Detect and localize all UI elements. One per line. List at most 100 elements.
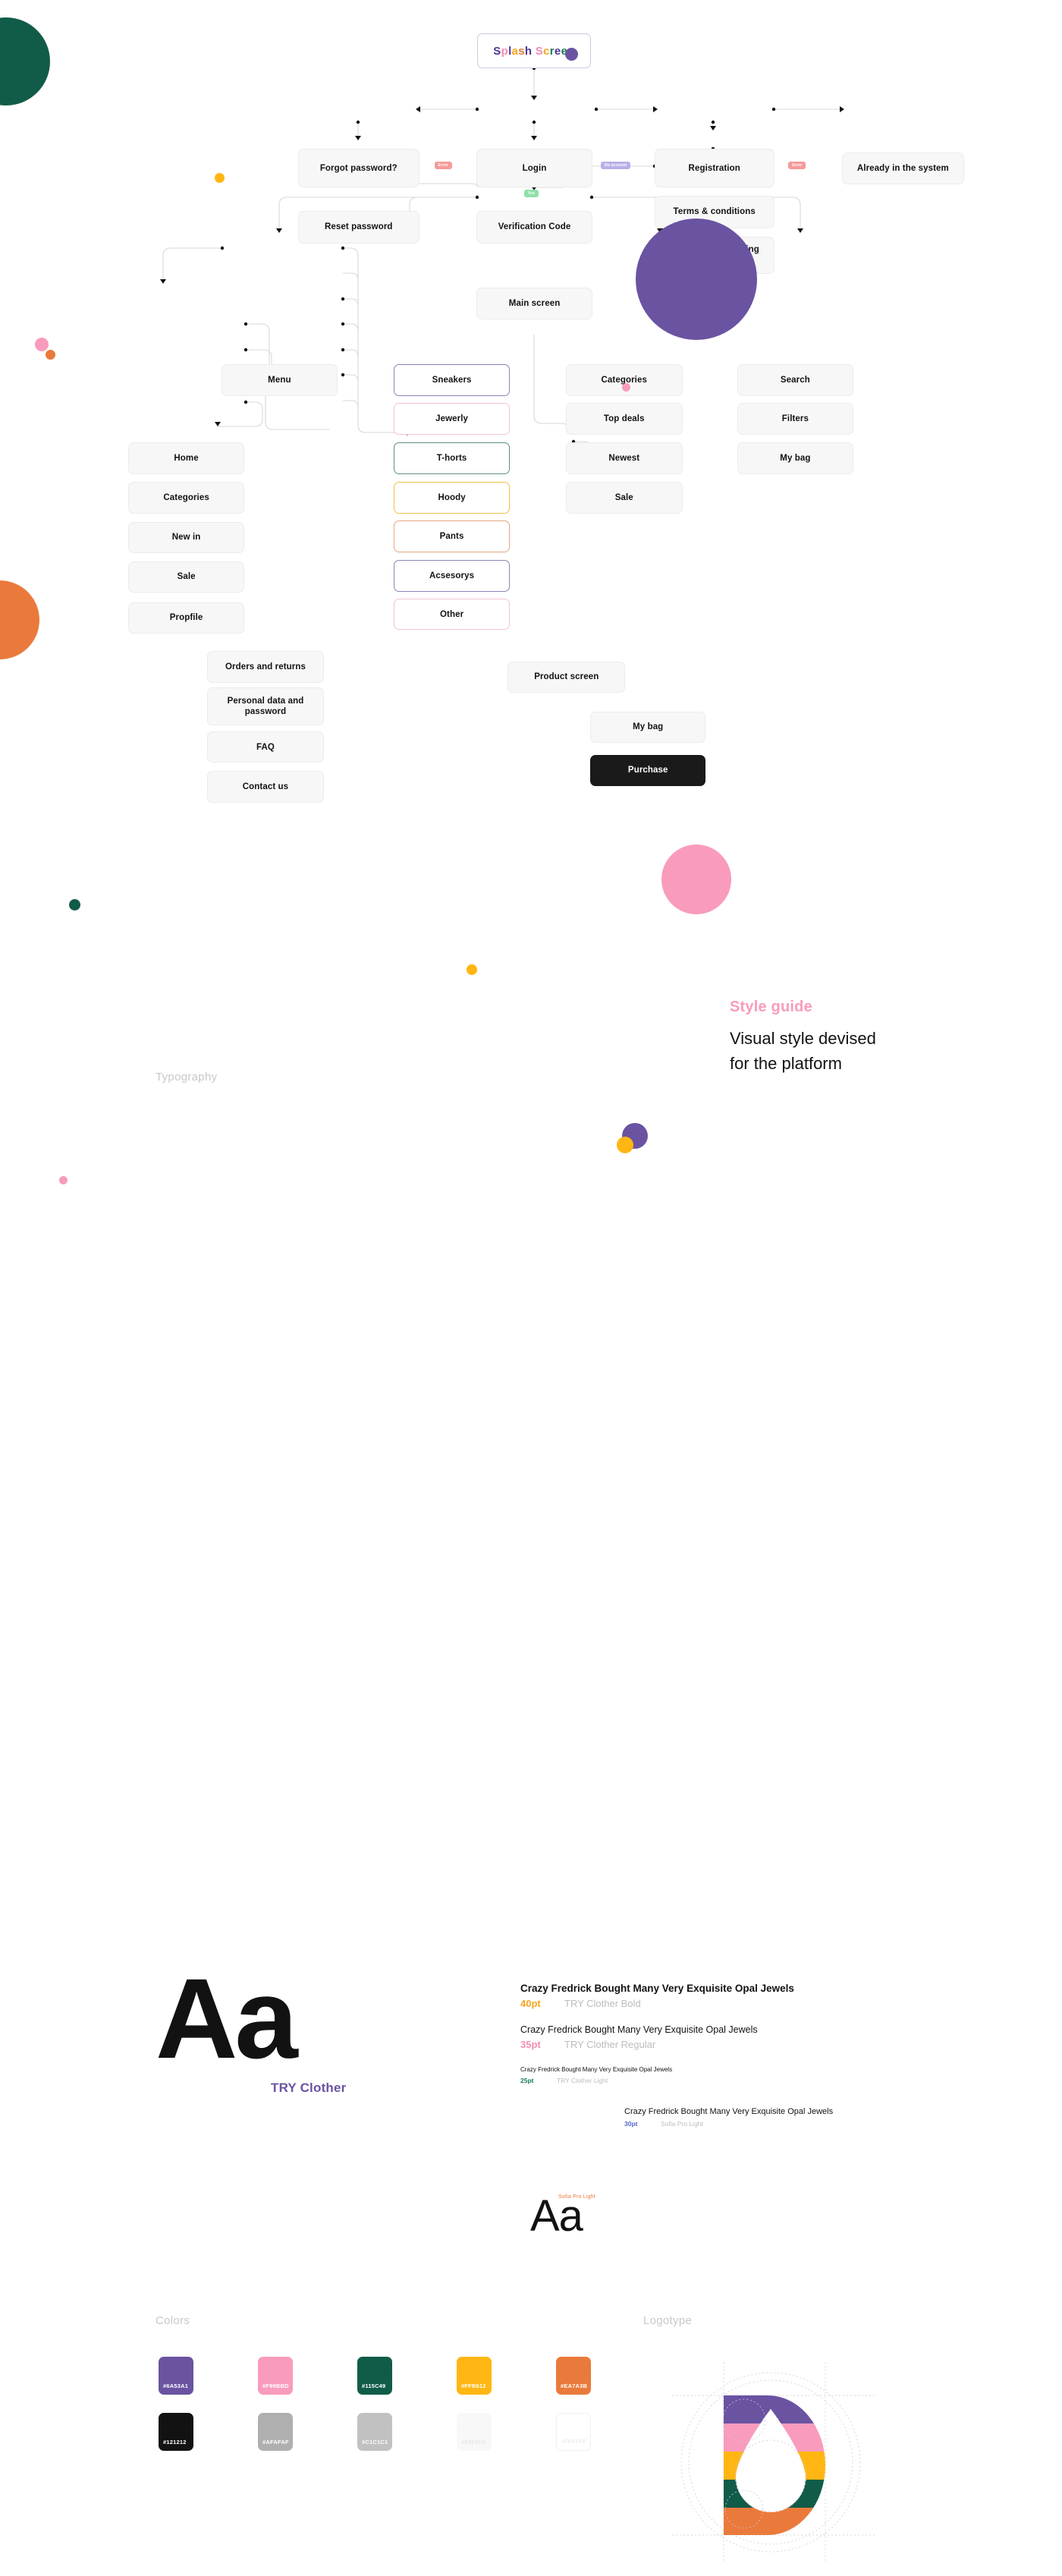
logo-stripe-1	[724, 2423, 825, 2452]
spec-35-meta: 35pt TRY Clother Regular	[520, 2039, 758, 2050]
node-newin[interactable]: New in	[127, 521, 245, 554]
blob-orange-left	[46, 350, 55, 360]
node-forgot[interactable]: Forgot password?	[297, 149, 419, 188]
node-search[interactable]: Search	[737, 364, 854, 396]
node-pants[interactable]: Pants	[393, 521, 511, 552]
node-label: Verification Code	[498, 222, 571, 232]
swatch-pink[interactable]: #F99BBD	[258, 2357, 293, 2395]
edge-label-error-registration: Error	[788, 162, 806, 170]
spec-35-size: 35pt	[520, 2039, 541, 2050]
node-personal[interactable]: Personal data and password	[207, 687, 324, 726]
spec-40-size: 40pt	[520, 1998, 541, 2009]
swatch-purple[interactable]: #6A53A1	[159, 2357, 193, 2395]
blob-pink-left	[35, 338, 49, 351]
style-guide-heading-line2: for the platform	[730, 1054, 842, 1073]
swatch-green[interactable]: #115C49	[357, 2357, 392, 2395]
edge-label-yes: Yes	[523, 190, 539, 198]
node-mybagmenu[interactable]: My bag	[737, 442, 854, 474]
swatch-purple-label: #6A53A1	[163, 2383, 189, 2389]
spec-35: Crazy Fredrick Bought Many Very Exquisit…	[520, 2024, 758, 2050]
node-label: Newest	[608, 453, 640, 463]
node-acsesorys[interactable]: Acsesorys	[393, 560, 511, 592]
node-label: Main screen	[508, 298, 561, 308]
node-reset[interactable]: Reset password	[297, 210, 419, 244]
node-menu[interactable]: Menu	[221, 364, 338, 396]
node-mybag[interactable]: My bag	[590, 711, 706, 744]
node-product[interactable]: Product screen	[507, 661, 626, 694]
node-home[interactable]: Home	[127, 442, 245, 474]
spec-25-meta: 25pt TRY Clother Light	[520, 2077, 672, 2084]
swatch-white[interactable]: #FFFFFF	[556, 2413, 591, 2451]
node-label: Other	[439, 609, 464, 619]
swatch-yellow[interactable]: #FFB612	[457, 2357, 492, 2395]
typography-section-label: Typography	[156, 1071, 218, 1084]
node-purchase[interactable]: Purchase	[590, 754, 706, 787]
node-jewerly[interactable]: Jewerly	[393, 403, 511, 435]
edge-label-no-account: No account	[601, 162, 631, 170]
logo-stripe-4	[724, 2508, 825, 2535]
edge-label-error-login: Error	[434, 162, 452, 170]
node-label: Product screen	[534, 672, 599, 682]
blob-purple-small-top	[565, 48, 578, 61]
node-label: Home	[174, 453, 199, 463]
spec-25-family: TRY Clother Light	[557, 2077, 608, 2084]
swatch-offwhite-label: #F8F8F8	[461, 2439, 485, 2445]
blob-yellow-logo	[467, 964, 477, 975]
secondary-font-name: Sofia Pro Light	[558, 2194, 595, 2200]
colors-section-label: Colors	[156, 2314, 190, 2327]
secondary-font-specimen: Aa	[530, 2191, 583, 2241]
spec-40-family: TRY Clother Bold	[564, 1998, 641, 2009]
node-filters[interactable]: Filters	[737, 403, 854, 435]
spec-25-size: 25pt	[520, 2077, 534, 2084]
logo-stripe-2	[724, 2452, 825, 2480]
swatch-grey-label: #AFAFAF	[262, 2439, 289, 2445]
node-label: Pants	[439, 531, 464, 541]
node-newest[interactable]: Newest	[566, 442, 683, 474]
spec-35-family: TRY Clother Regular	[564, 2039, 656, 2050]
node-mainscreen[interactable]: Main screen	[476, 288, 593, 319]
node-label: Sneakers	[432, 375, 472, 385]
swatch-white-label: #FFFFFF	[561, 2438, 587, 2445]
swatch-orange[interactable]: #EA7A3B	[556, 2357, 591, 2395]
node-login[interactable]: Login	[476, 149, 593, 188]
blob-purple-large-right	[636, 219, 757, 340]
swatch-offwhite[interactable]: #F8F8F8	[457, 2413, 492, 2451]
swatch-yellow-label: #FFB612	[461, 2383, 486, 2389]
node-label: Purchase	[627, 766, 668, 775]
node-label: Sale	[614, 493, 633, 503]
spec-25-sample: Crazy Fredrick Bought Many Very Exquisit…	[520, 2066, 673, 2073]
node-verification[interactable]: Verification Code	[476, 210, 593, 244]
swatch-grey-light[interactable]: #C1C1C1	[357, 2413, 392, 2451]
node-other[interactable]: Other	[393, 598, 511, 631]
blob-yellow-small	[215, 173, 225, 183]
node-sale[interactable]: Sale	[566, 482, 683, 514]
node-profile[interactable]: Propfile	[127, 602, 245, 634]
node-mcategories[interactable]: Categories	[127, 482, 245, 514]
blob-pink-big-right	[661, 845, 731, 914]
spec-40-sample: Crazy Fredrick Bought Many Very Exquisit…	[520, 1983, 794, 1994]
blob-yellow-bottom	[617, 1137, 633, 1153]
spec-30-size: 30pt	[624, 2120, 638, 2128]
node-label: Hoody	[438, 493, 466, 503]
primary-font-name: TRY Clother	[271, 2081, 347, 2095]
blob-pink-bottom-left	[59, 1176, 68, 1184]
swatch-grey[interactable]: #AFAFAF	[258, 2413, 293, 2451]
node-thorts[interactable]: T-horts	[393, 442, 511, 474]
node-msale[interactable]: Sale	[127, 561, 245, 593]
swatch-black[interactable]: #121212	[159, 2413, 193, 2451]
node-sneakers[interactable]: Sneakers	[393, 364, 511, 396]
spec-30-sample: Crazy Fredrick Bought Many Very Exquisit…	[624, 2107, 834, 2116]
node-faq[interactable]: FAQ	[207, 731, 324, 763]
spec-30-family: Sofia Pro Light	[661, 2120, 703, 2128]
node-label: Jewerly	[435, 414, 469, 423]
node-hoody[interactable]: Hoody	[393, 482, 511, 514]
node-label: FAQ	[256, 742, 275, 752]
node-contact[interactable]: Contact us	[207, 771, 324, 803]
logotype-section-label: Logotype	[643, 2314, 693, 2327]
node-orders[interactable]: Orders and returns	[207, 651, 324, 683]
spec-40: Crazy Fredrick Bought Many Very Exquisit…	[520, 1983, 794, 2009]
node-registration[interactable]: Registration	[654, 149, 775, 188]
node-already[interactable]: Already in the system	[841, 153, 964, 184]
node-topdeals[interactable]: Top deals	[566, 403, 683, 435]
spec-40-meta: 40pt TRY Clother Bold	[520, 1998, 794, 2009]
